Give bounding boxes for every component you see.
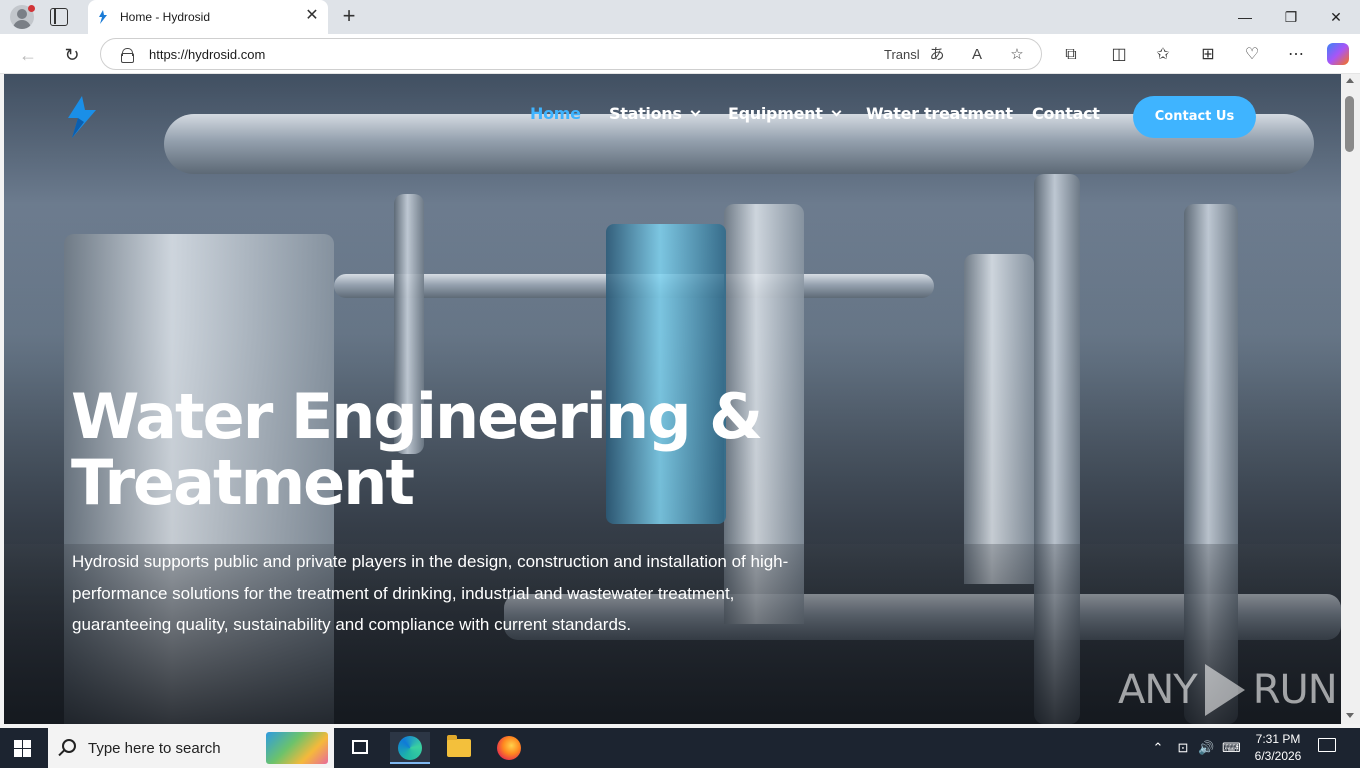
profile-notification-dot	[28, 5, 35, 12]
hero-headline-line1: Water Engineering &	[71, 380, 763, 453]
anyrun-watermark: ANY RUN	[1118, 658, 1338, 722]
task-view-icon	[352, 740, 368, 754]
ellipsis-icon[interactable]: ⋯	[1285, 44, 1307, 66]
browser-toolbar: ← ↻ https://hydrosid.com Transl あ A ☆ ⧉ …	[0, 34, 1360, 74]
windows-start-icon[interactable]	[14, 740, 31, 757]
chevron-down-icon	[831, 106, 842, 117]
translate-label[interactable]: Transl	[884, 47, 920, 62]
taskbar-file-explorer-button[interactable]	[439, 732, 479, 764]
heart-pulse-icon[interactable]: ♡	[1241, 44, 1263, 66]
taskbar-search-box[interactable]: Type here to search	[48, 728, 334, 768]
network-icon[interactable]: ⊡	[1175, 738, 1191, 758]
refresh-icon[interactable]: ↻	[61, 44, 83, 66]
tab-title: Home - Hydrosid	[120, 10, 211, 24]
hero-headline-line2: Treatment	[71, 446, 415, 519]
search-highlight-image	[266, 732, 328, 764]
nav-water-treatment-link[interactable]: Water treatment	[866, 104, 1013, 123]
notification-center-icon[interactable]	[1318, 738, 1336, 752]
keyboard-icon[interactable]: ⌨	[1222, 738, 1241, 758]
scroll-down-arrow-icon[interactable]	[1346, 713, 1354, 718]
hero-headline: Water Engineering & Treatment	[71, 384, 831, 516]
tab-actions-icon[interactable]	[50, 8, 68, 26]
hero-lead-paragraph: Hydrosid supports public and private pla…	[72, 552, 789, 634]
collections-icon[interactable]: ⊞	[1197, 44, 1219, 66]
chevron-down-icon	[690, 106, 701, 117]
nav-stations-dropdown[interactable]: Stations	[609, 104, 701, 123]
nav-equipment-label: Equipment	[728, 104, 823, 123]
taskbar-firefox-button[interactable]	[489, 732, 529, 764]
page-scrollbar[interactable]	[1341, 74, 1360, 724]
contact-us-button[interactable]: Contact Us	[1133, 96, 1256, 138]
scroll-thumb[interactable]	[1345, 96, 1354, 152]
search-placeholder: Type here to search	[88, 740, 221, 757]
back-arrow-icon[interactable]: ←	[17, 44, 39, 66]
nav-contact-link[interactable]: Contact	[1032, 104, 1100, 123]
read-aloud-icon[interactable]: A	[967, 45, 987, 65]
puzzle-icon[interactable]: ⧉	[1060, 44, 1082, 66]
taskbar-edge-button[interactable]	[390, 732, 430, 764]
taskbar-clock[interactable]: 7:31 PM 6/3/2026	[1248, 731, 1308, 765]
nav-equipment-dropdown[interactable]: Equipment	[728, 104, 842, 123]
folder-icon	[447, 735, 471, 757]
restore-button[interactable]: ❐	[1276, 6, 1306, 28]
tray-overflow-chevron-icon[interactable]: ⌃	[1151, 738, 1165, 758]
windows-taskbar: Type here to search ⌃ ⊡ 🔊 ⌨ 7:31 PM 6/3/…	[0, 728, 1360, 768]
close-window-button[interactable]: ✕	[1321, 6, 1351, 28]
hydrosid-logo-icon[interactable]	[62, 96, 102, 138]
watermark-left-text: ANY	[1118, 667, 1198, 713]
minimize-button[interactable]: —	[1230, 6, 1260, 28]
edge-icon	[398, 736, 422, 760]
browser-tab-home[interactable]: Home - Hydrosid ✕	[88, 0, 328, 34]
task-view-button[interactable]	[340, 732, 380, 764]
nav-home-link[interactable]: Home	[530, 104, 581, 123]
firefox-icon	[497, 736, 521, 760]
clock-date: 6/3/2026	[1254, 749, 1302, 763]
browser-tab-bar: Home - Hydrosid ✕ + — ❐ ✕	[0, 0, 1360, 34]
star-icon[interactable]: ☆	[1007, 45, 1027, 65]
address-bar[interactable]: https://hydrosid.com Transl あ A ☆	[100, 38, 1042, 70]
page-viewport: Home Stations Equipment Water treatment …	[4, 74, 1341, 724]
tab-close-icon[interactable]: ✕	[304, 8, 320, 24]
scroll-up-arrow-icon[interactable]	[1346, 78, 1354, 83]
split-screen-icon[interactable]: ◫	[1108, 44, 1130, 66]
lock-icon[interactable]	[121, 48, 134, 63]
nav-stations-label: Stations	[609, 104, 682, 123]
volume-icon[interactable]: 🔊	[1198, 738, 1214, 758]
hero-tank	[964, 254, 1034, 584]
play-icon	[1204, 664, 1245, 716]
translate-icon[interactable]: あ	[927, 45, 947, 65]
favorites-icon[interactable]: ✩	[1152, 44, 1174, 66]
watermark-right-text: RUN	[1252, 667, 1338, 713]
search-icon	[62, 739, 76, 753]
new-tab-button[interactable]: +	[338, 4, 360, 28]
hydrosid-favicon-icon	[99, 10, 107, 24]
copilot-icon[interactable]	[1327, 43, 1349, 65]
clock-time: 7:31 PM	[1255, 732, 1301, 746]
url-text[interactable]: https://hydrosid.com	[149, 47, 265, 62]
